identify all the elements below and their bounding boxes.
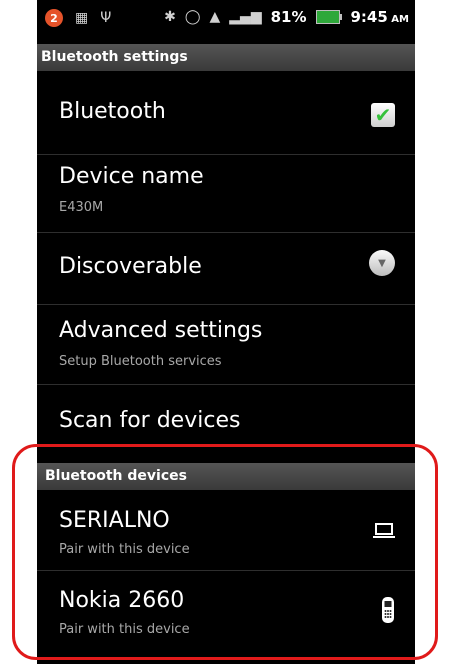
setting-bluetooth[interactable]: Bluetooth ✔ [37, 71, 415, 155]
bluetooth-icon: ✱ [164, 9, 176, 25]
setting-discoverable[interactable]: Discoverable ▼ [37, 232, 415, 305]
clock: 9:45 AM [350, 8, 410, 26]
setting-summary: Setup Bluetooth services [59, 354, 222, 369]
setting-label: Advanced settings [59, 318, 263, 343]
wifi-icon: ▲ [209, 9, 221, 25]
notification-badge[interactable]: 2 [45, 9, 63, 27]
vibrate-icon: ◯ [184, 9, 201, 25]
discoverable-dropdown[interactable]: ▼ [369, 250, 395, 276]
battery-percent: 81% [270, 8, 307, 26]
battery-icon [315, 10, 342, 24]
android-debug-icon: ▦ [75, 10, 89, 26]
usb-icon: Ψ [100, 10, 112, 26]
setting-label: Device name [59, 164, 204, 189]
setting-summary: E430M [59, 200, 104, 215]
setting-label: Discoverable [59, 254, 202, 279]
setting-label: Scan for devices [59, 408, 241, 433]
highlight-annotation [12, 444, 438, 660]
bluetooth-checkbox[interactable]: ✔ [371, 103, 395, 127]
setting-label: Bluetooth [59, 99, 166, 124]
signal-icon: ▂▄▆ [229, 9, 262, 25]
checkmark-icon: ✔ [374, 103, 392, 127]
status-bar: 2 ▦ Ψ ✱ ◯ ▲ ▂▄▆ 81% 9:45 AM [37, 0, 415, 44]
setting-device-name[interactable]: Device name E430M [37, 154, 415, 233]
chevron-down-icon: ▼ [378, 257, 386, 269]
page-title: Bluetooth settings [37, 44, 415, 71]
setting-advanced[interactable]: Advanced settings Setup Bluetooth servic… [37, 304, 415, 385]
